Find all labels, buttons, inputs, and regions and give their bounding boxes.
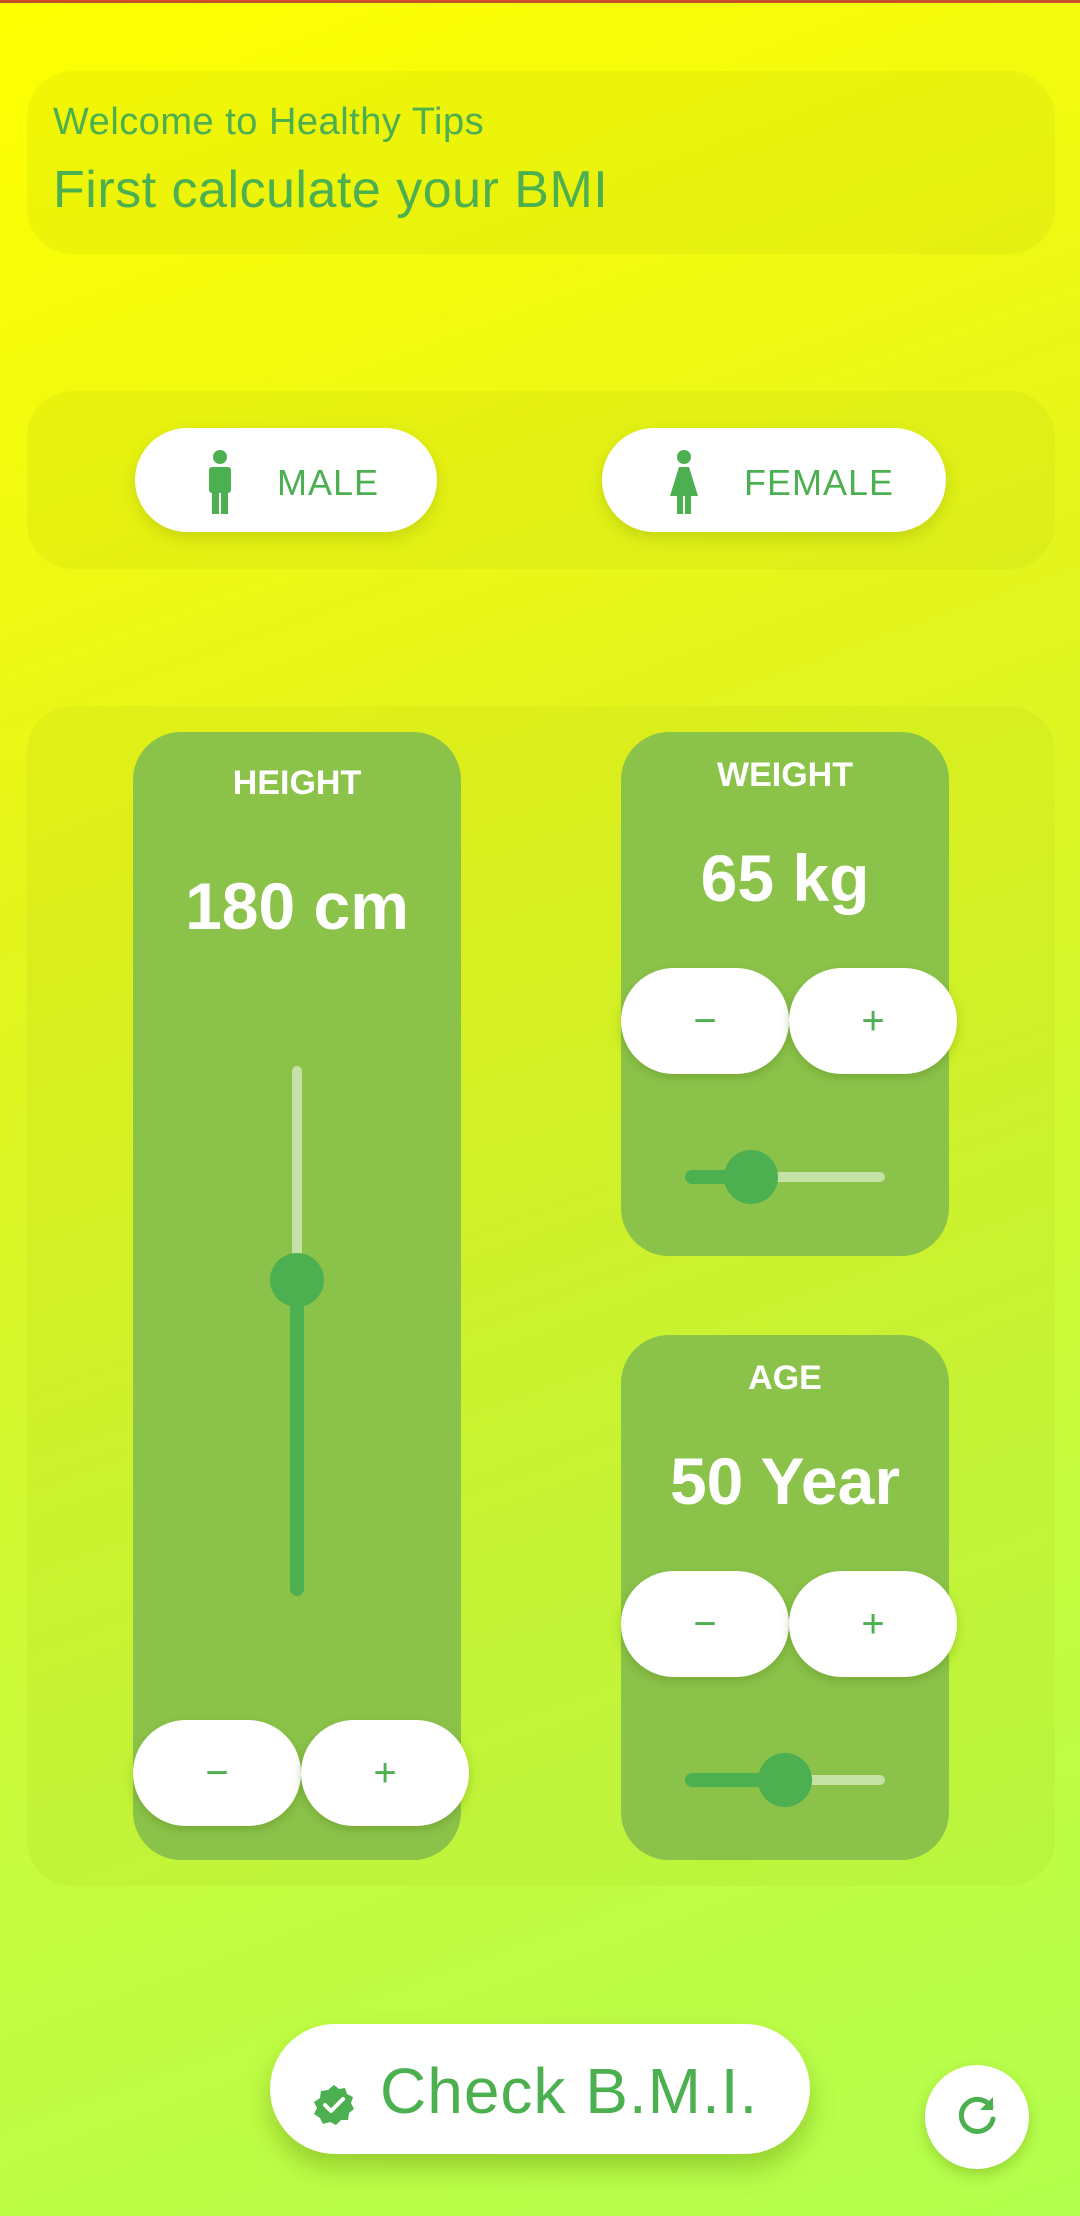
- height-slider-track-inactive: [292, 1066, 302, 1280]
- page-title: First calculate your BMI: [53, 161, 609, 219]
- height-value: 180 cm: [185, 869, 409, 943]
- age-title: AGE: [748, 1359, 822, 1397]
- male-label: MALE: [277, 462, 380, 503]
- male-icon: [205, 450, 235, 523]
- refresh-icon: [958, 2096, 996, 2134]
- height-decrement-button[interactable]: −: [133, 1720, 301, 1826]
- age-slider-thumb[interactable]: [758, 1753, 812, 1807]
- check-bmi-label: Check B.M.I.: [380, 2055, 759, 2127]
- verified-check-icon: [312, 2068, 356, 2142]
- weight-title: WEIGHT: [717, 756, 853, 794]
- weight-slider-thumb[interactable]: [724, 1150, 778, 1204]
- weight-increment-button[interactable]: +: [789, 968, 957, 1074]
- refresh-button[interactable]: [925, 2065, 1029, 2169]
- height-title: HEIGHT: [232, 764, 362, 802]
- welcome-text: Welcome to Healthy Tips: [53, 101, 485, 143]
- female-button[interactable]: FEMALE: [602, 428, 946, 532]
- height-slider-thumb[interactable]: [270, 1253, 324, 1307]
- age-value: 50 Year: [669, 1444, 901, 1518]
- status-divider: [0, 0, 1080, 3]
- age-decrement-button[interactable]: −: [621, 1571, 789, 1677]
- female-icon: [667, 450, 701, 523]
- check-bmi-button[interactable]: Check B.M.I.: [270, 2024, 810, 2154]
- weight-decrement-button[interactable]: −: [621, 968, 789, 1074]
- weight-value: 65 kg: [700, 841, 870, 915]
- male-button[interactable]: MALE: [135, 428, 437, 532]
- age-increment-button[interactable]: +: [789, 1571, 957, 1677]
- height-increment-button[interactable]: +: [301, 1720, 469, 1826]
- height-slider-track-active: [290, 1280, 304, 1596]
- female-label: FEMALE: [744, 462, 895, 503]
